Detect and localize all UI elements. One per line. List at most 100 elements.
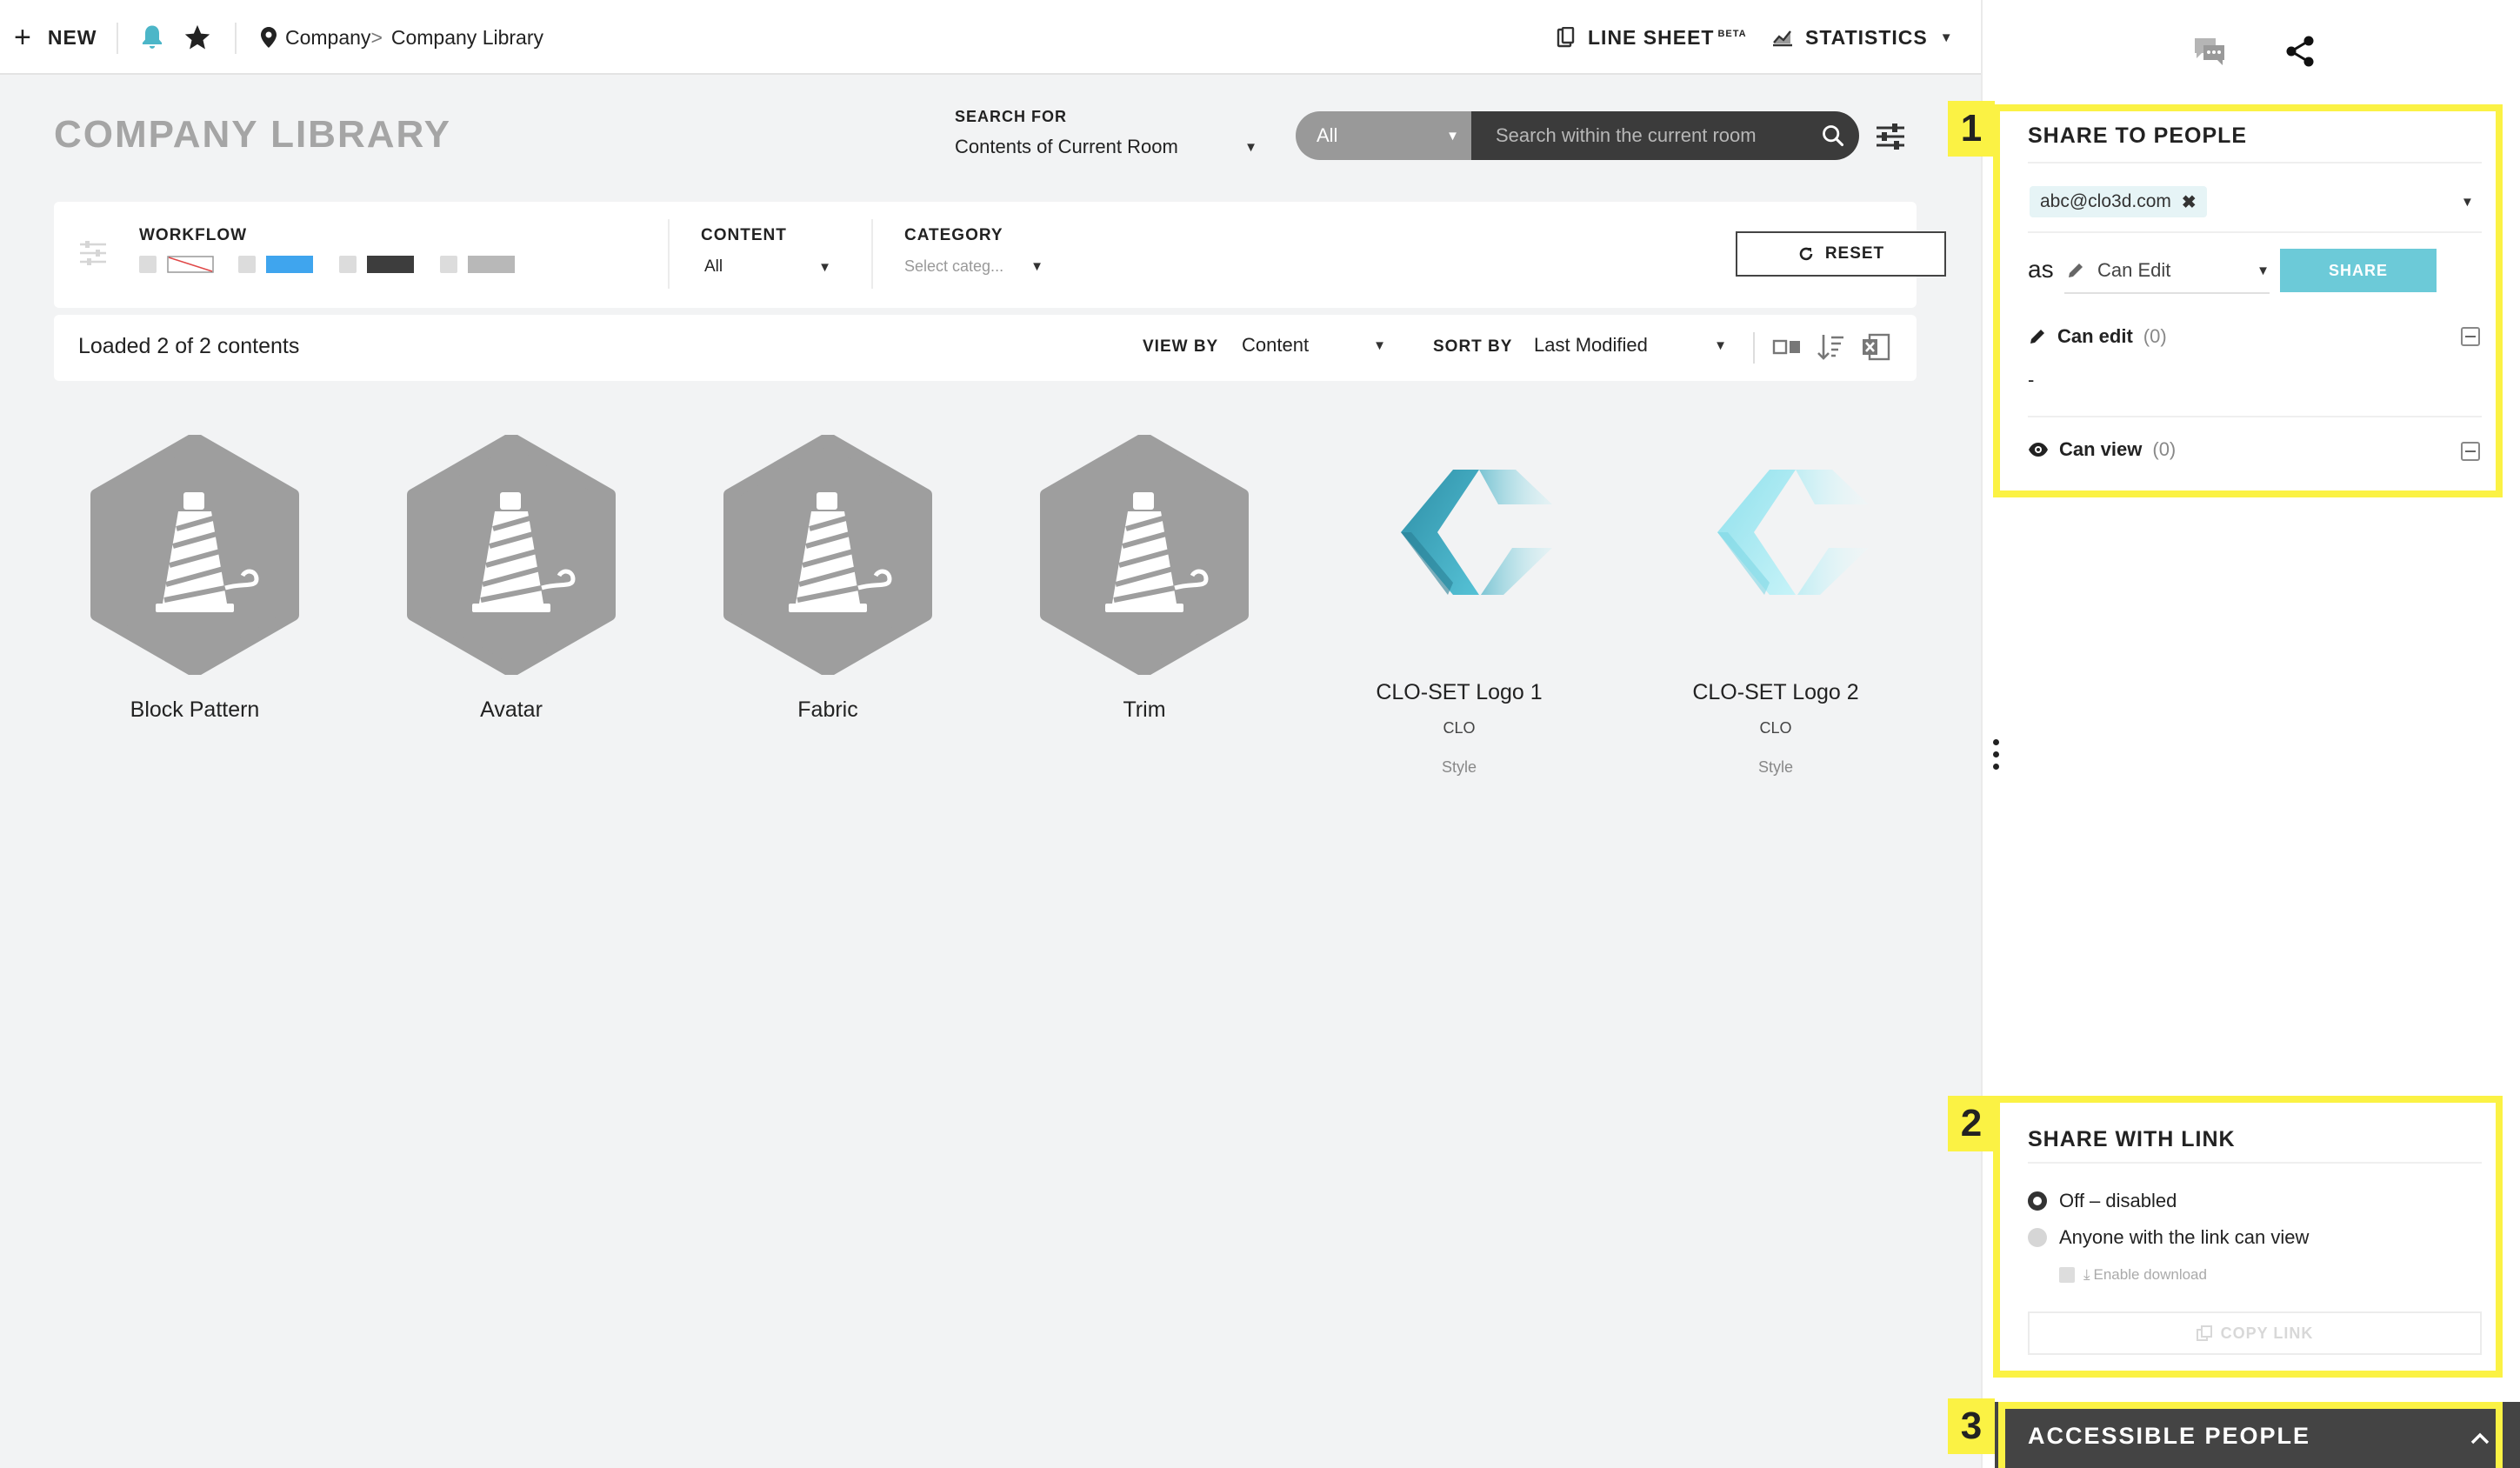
- view-by-label: VIEW BY: [1143, 337, 1219, 356]
- favorites-button[interactable]: [183, 0, 212, 75]
- content-thumbnail: [1036, 432, 1253, 677]
- sort-order-button[interactable]: [1816, 332, 1845, 366]
- can-view-group[interactable]: Can view (0): [2028, 438, 2176, 461]
- search-bar: All ▼: [1296, 111, 1859, 160]
- recipient-dropdown-icon[interactable]: ▼: [2461, 195, 2474, 210]
- as-label: as: [2028, 256, 2054, 283]
- reset-label: RESET: [1824, 244, 1885, 263]
- content-card-clo-set-logo-2[interactable]: CLO-SET Logo 2 CLO Style: [1645, 435, 1906, 777]
- share-button[interactable]: SHARE: [2280, 249, 2437, 292]
- panel-resize-handle[interactable]: [1993, 739, 1999, 770]
- enable-download-option[interactable]: ⤓ Enable download: [2059, 1266, 2207, 1284]
- link-off-option[interactable]: Off – disabled: [2028, 1190, 2177, 1212]
- copy-link-button[interactable]: COPY LINK: [2028, 1311, 2482, 1355]
- dark-swatch: [367, 256, 414, 273]
- gray-swatch: [468, 256, 515, 273]
- collapse-can-view-icon[interactable]: [2461, 442, 2480, 461]
- caret-down-icon: ▼: [818, 259, 831, 275]
- sliders-icon: [1877, 123, 1904, 150]
- search-for-select[interactable]: Contents of Current Room ▼: [955, 136, 1257, 158]
- content-name: Trim: [1123, 697, 1166, 722]
- workflow-filter-dark[interactable]: [339, 256, 414, 273]
- share-to-people-title: SHARE TO PEOPLE: [2028, 123, 2248, 148]
- search-for-label: SEARCH FOR: [955, 108, 1068, 125]
- content-owner: CLO: [1443, 719, 1476, 737]
- blue-swatch: [266, 256, 313, 273]
- checkbox[interactable]: [339, 256, 357, 273]
- statistics-label: STATISTICS: [1805, 25, 1928, 49]
- content-card-block-pattern[interactable]: Block Pattern: [64, 432, 325, 723]
- workflow-filter-blue[interactable]: [238, 256, 313, 273]
- content-thumbnail: [403, 432, 620, 677]
- divider: [2028, 416, 2482, 417]
- content-card-clo-set-logo-1[interactable]: CLO-SET Logo 1 CLO Style: [1329, 435, 1590, 777]
- breadcrumb-current: Company Library: [390, 25, 544, 49]
- view-by-select[interactable]: Content ▼: [1242, 334, 1386, 357]
- line-sheet-button[interactable]: LINE SHEET BETA: [1557, 0, 1747, 75]
- divider: [668, 219, 670, 289]
- refresh-icon: [1799, 247, 1813, 261]
- workflow-filter-none[interactable]: [139, 256, 214, 273]
- search-scope-select[interactable]: All ▼: [1296, 111, 1471, 160]
- permission-select[interactable]: Can Edit ▼: [2064, 249, 2270, 294]
- can-edit-empty: -: [2028, 369, 2035, 390]
- caret-down-icon: ▼: [1714, 337, 1727, 353]
- can-edit-group[interactable]: Can edit (0): [2028, 325, 2167, 348]
- content-card-fabric[interactable]: Fabric: [697, 432, 958, 723]
- advanced-filter-button[interactable]: [1875, 122, 1906, 156]
- remove-recipient-icon[interactable]: ✖: [2182, 191, 2197, 213]
- can-edit-label: Can edit: [2057, 325, 2133, 347]
- breadcrumb-root[interactable]: Company: [285, 26, 370, 50]
- search-button[interactable]: [1807, 111, 1859, 160]
- beta-badge: BETA: [1717, 28, 1747, 39]
- new-button[interactable]: + NEW: [14, 0, 97, 75]
- filter-toggle-icon[interactable]: [78, 240, 108, 266]
- export-excel-button[interactable]: [1861, 332, 1890, 366]
- content-select[interactable]: All ▼: [704, 257, 831, 277]
- no-color-swatch: [167, 256, 214, 273]
- content-card-avatar[interactable]: Avatar: [381, 432, 642, 723]
- share-icon: [2286, 36, 2314, 67]
- sort-by-select[interactable]: Last Modified ▼: [1534, 334, 1727, 357]
- sort-descending-icon: [1817, 335, 1843, 360]
- pencil-icon: [2069, 264, 2083, 277]
- thread-spool-icon: [407, 432, 616, 677]
- category-placeholder: Select categ...: [904, 257, 1004, 275]
- permission-value: Can Edit: [2097, 259, 2171, 281]
- content-thumbnail: [1350, 435, 1568, 670]
- checkbox[interactable]: [238, 256, 256, 273]
- divider: [2028, 162, 2482, 163]
- content-thumbnail: [86, 432, 303, 677]
- search-input[interactable]: [1471, 111, 1807, 160]
- checkbox[interactable]: [139, 256, 157, 273]
- breadcrumb-separator: >: [370, 25, 383, 49]
- eye-icon: [2029, 443, 2048, 457]
- content-card-trim[interactable]: Trim: [1014, 432, 1275, 723]
- clo-set-logo-icon: [1401, 470, 1552, 595]
- workflow-filter-gray[interactable]: [440, 256, 515, 273]
- content-type: Style: [1757, 758, 1794, 776]
- sort-by-label: SORT BY: [1433, 337, 1513, 356]
- notifications-button[interactable]: [139, 0, 165, 75]
- share-tab[interactable]: [2283, 35, 2317, 72]
- radio-selected[interactable]: [2028, 1191, 2047, 1211]
- radio-unselected[interactable]: [2028, 1228, 2047, 1247]
- collapse-can-edit-icon[interactable]: [2461, 327, 2480, 346]
- link-anyone-option[interactable]: Anyone with the link can view: [2028, 1226, 2309, 1249]
- line-sheet-label: LINE SHEET: [1588, 25, 1715, 49]
- comments-tab[interactable]: [2191, 35, 2226, 70]
- statistics-button[interactable]: STATISTICS ▼: [1772, 0, 1954, 75]
- thread-spool-icon: [723, 432, 932, 677]
- view-mode-button[interactable]: [1772, 332, 1802, 366]
- checkbox[interactable]: [2059, 1267, 2075, 1283]
- content-label: CONTENT: [701, 226, 787, 244]
- content-type: Style: [1441, 758, 1477, 776]
- category-select[interactable]: Select categ... ▼: [904, 257, 1043, 276]
- checkbox[interactable]: [440, 256, 457, 273]
- recipient-chip[interactable]: abc@clo3d.com ✖: [2030, 186, 2207, 217]
- divider: [871, 219, 873, 289]
- content-name: CLO-SET Logo 2: [1692, 680, 1859, 704]
- clo-set-logo-icon: [1717, 470, 1869, 595]
- reset-button[interactable]: RESET: [1736, 231, 1946, 277]
- divider: [117, 23, 118, 54]
